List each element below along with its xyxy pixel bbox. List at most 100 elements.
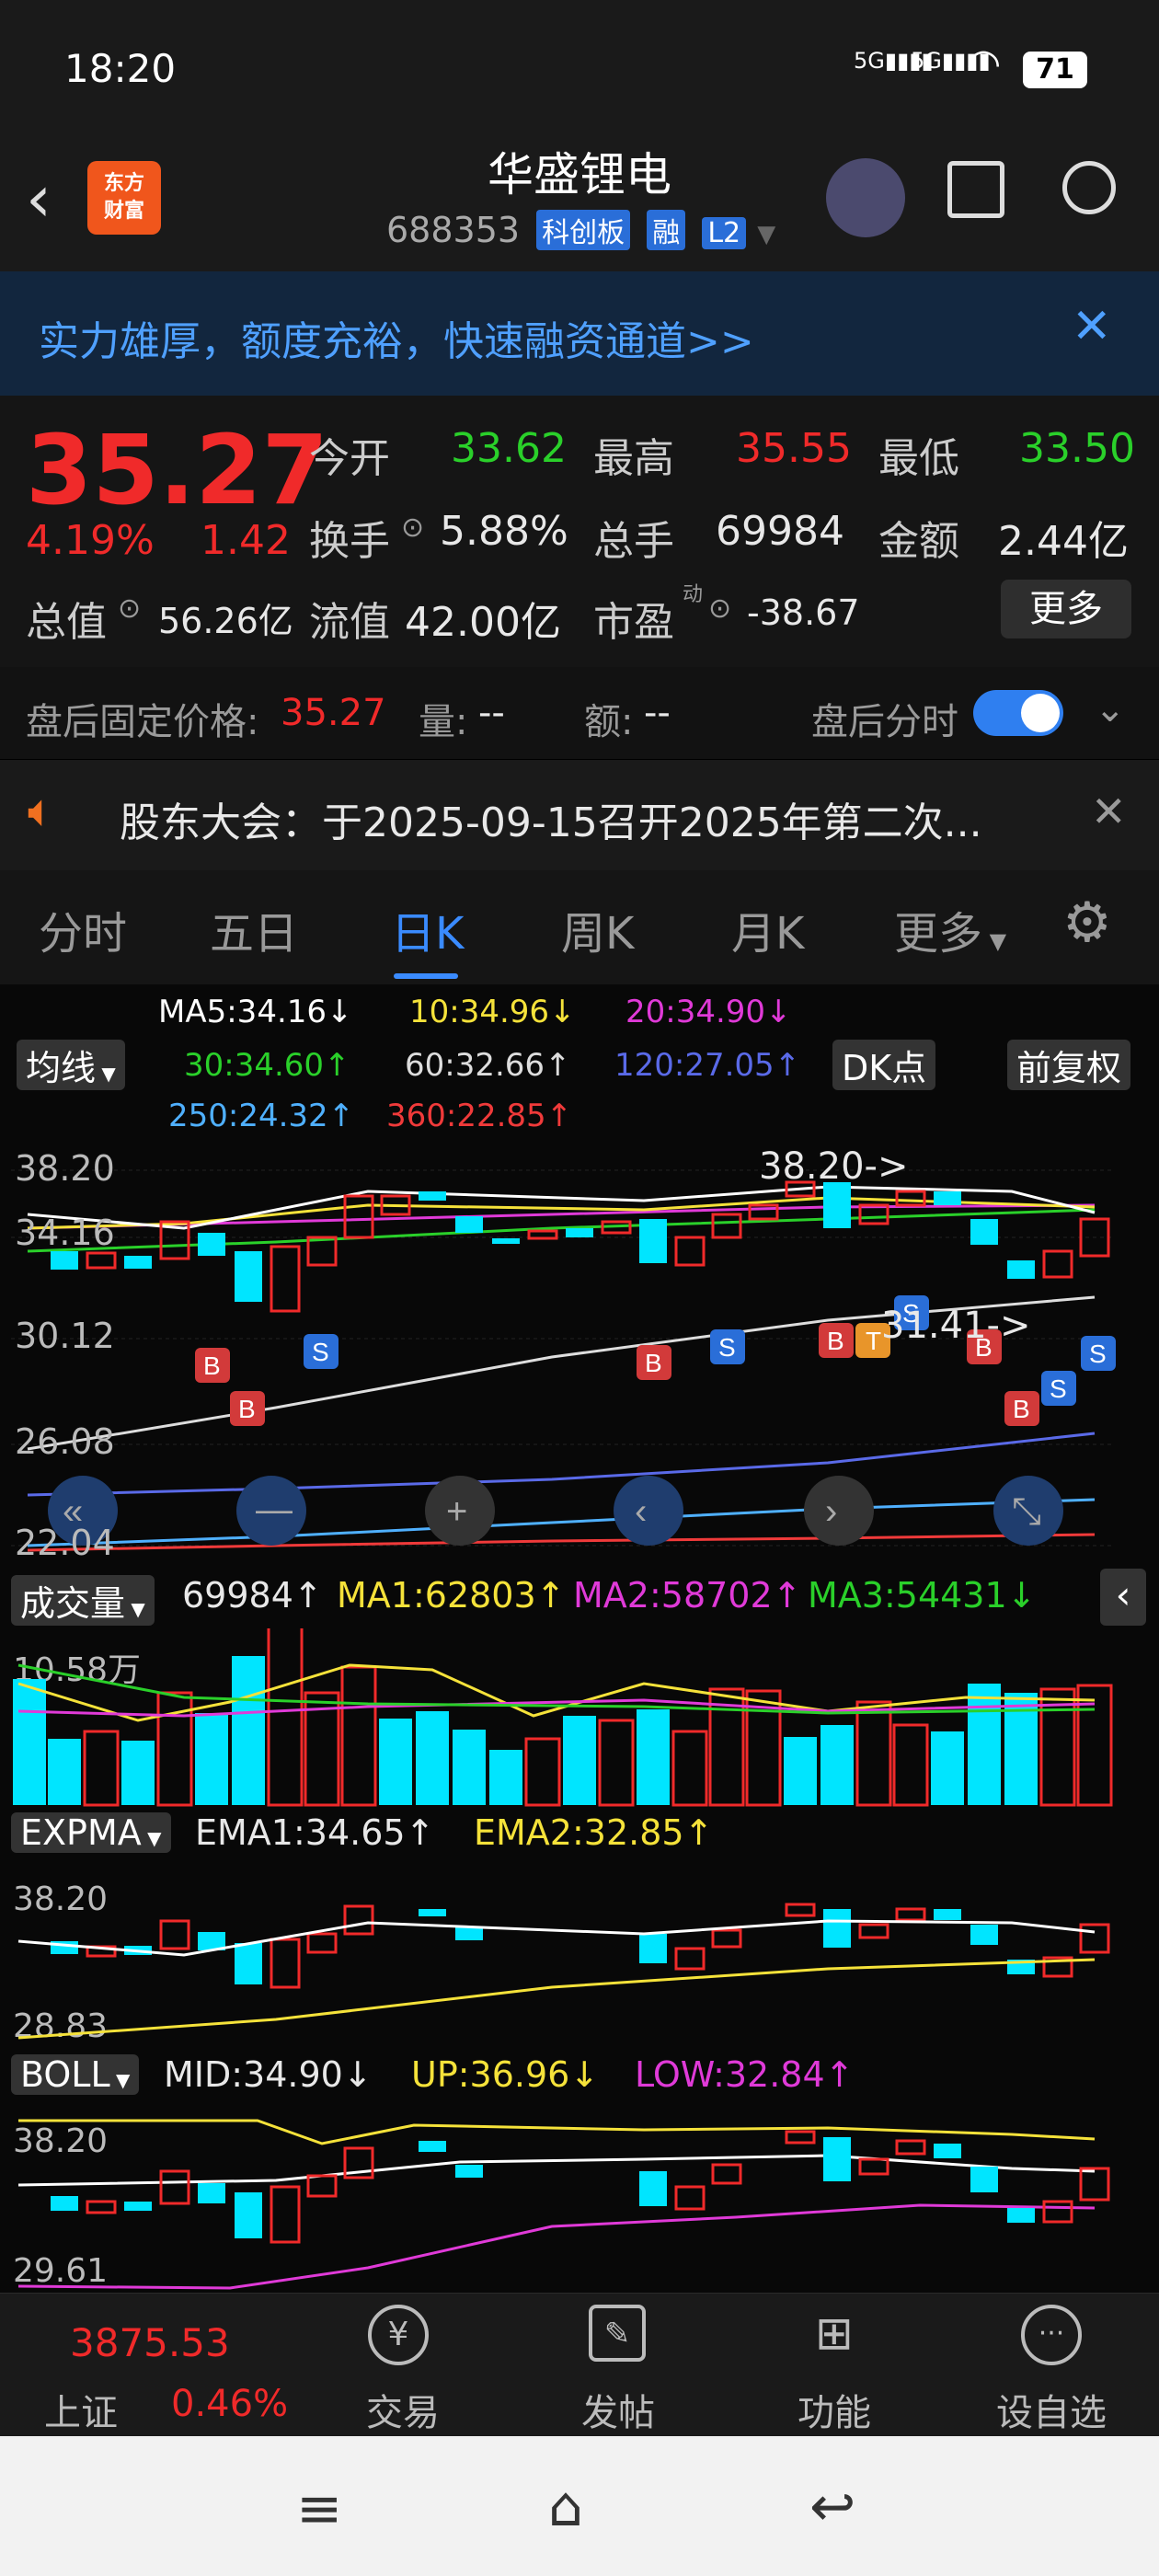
boll-panel-selector[interactable]: BOLL ▼ (11, 2054, 140, 2095)
boll-up: UP:36.96↓ (411, 2054, 600, 2095)
wifi-icon: ◠ (966, 40, 1002, 87)
badge-star: 科创板 (536, 210, 631, 250)
amount-label: 金额 (878, 518, 959, 565)
high-marker: 38.20-> (759, 1145, 909, 1188)
after-hours-amt: -- (644, 692, 671, 734)
settings-gear-icon[interactable]: ⚙ (1062, 891, 1112, 955)
after-hours-toggle-label: 盘后分时 (811, 701, 958, 743)
after-hours-vol: -- (478, 692, 505, 734)
info-icon[interactable]: ⊙ (708, 592, 731, 625)
robot-assistant-icon[interactable] (826, 158, 905, 237)
tab-more[interactable]: 更多 ▼ (894, 897, 1006, 961)
low-value: 33.50 (1019, 425, 1135, 472)
ema2-value: EMA2:32.85↑ (474, 1812, 714, 1853)
pe-superscript: 动 (683, 583, 704, 606)
kline-y-label-1: 34.16 (15, 1213, 115, 1253)
vol-ma1: MA1:62803↑ (337, 1575, 566, 1616)
collapse-panel-icon[interactable]: ‹ (1100, 1569, 1146, 1626)
pe-value: -38.67 (747, 592, 860, 633)
add-watchlist-icon[interactable]: ··· (1021, 2305, 1082, 2365)
home-icon[interactable]: ⌂ (548, 2475, 583, 2539)
ma5-label: MA5:34.16↓ (158, 994, 353, 1030)
info-icon[interactable]: ⊙ (118, 592, 141, 625)
kline-y-label-3: 26.08 (15, 1421, 115, 1462)
open-value: 33.62 (451, 425, 567, 472)
status-time: 18:20 (64, 46, 177, 91)
tab-five-day[interactable]: 五日 (210, 897, 298, 961)
notice-text[interactable]: 股东大会：于2025-09-15召开2025年第二次... (120, 789, 982, 848)
svg-text:—: — (256, 1489, 293, 1530)
open-label: 今开 (309, 435, 390, 482)
dk-point-button[interactable]: DK点 (832, 1040, 936, 1090)
volume-panel-selector[interactable]: 成交量 ▼ (11, 1575, 155, 1626)
ma120-label: 120:27.05↑ (614, 1047, 801, 1084)
tab-weekly-k[interactable]: 周K (561, 897, 634, 961)
mktcap-label: 总值 (26, 599, 107, 646)
share-icon[interactable] (947, 161, 1004, 218)
kline-chart[interactable]: B B S B S B T S B B S S «— + ‹ › ⤡ (0, 1141, 1159, 1564)
adjust-button[interactable]: 前复权 (1007, 1040, 1131, 1090)
svg-text:B: B (827, 1327, 844, 1355)
svg-text:S: S (718, 1333, 736, 1362)
after-hours-toggle[interactable] (973, 690, 1063, 736)
search-icon[interactable] (1062, 161, 1116, 214)
vol-ma2: MA2:58702↑ (573, 1575, 802, 1616)
svg-text:S: S (1050, 1374, 1067, 1403)
nav-function[interactable]: 功能 (779, 2383, 889, 2436)
more-button[interactable]: 更多 (1001, 580, 1131, 638)
kline-y-label-0: 38.20 (15, 1148, 115, 1189)
code: 688353 (386, 210, 521, 250)
ma30-label: 30:34.60↑ (184, 1047, 350, 1084)
expma-panel-selector[interactable]: EXPMA ▼ (11, 1812, 171, 1853)
tab-monthly-k[interactable]: 月K (731, 897, 804, 961)
promo-text[interactable]: 实力雄厚，额度充裕，快速融资通道>> (39, 308, 754, 367)
svg-text:+: + (446, 1491, 467, 1532)
svg-text:B: B (1013, 1395, 1030, 1423)
ma-line-button[interactable]: 均线 ▼ (17, 1040, 125, 1090)
back-nav-icon[interactable]: ↩ (809, 2475, 855, 2539)
volume-chart[interactable] (0, 1628, 1159, 1812)
trade-icon[interactable]: ¥ (368, 2305, 429, 2365)
tab-intraday[interactable]: 分时 (39, 897, 127, 961)
expma-chart[interactable] (0, 1868, 1159, 2042)
svg-text:B: B (645, 1349, 662, 1377)
dropdown-icon[interactable]: ▼ (757, 221, 775, 248)
nav-add-watchlist[interactable]: 设自选 (996, 2383, 1107, 2436)
index-value[interactable]: 3875.53 (70, 2320, 230, 2365)
after-hours-price-label: 盘后固定价格: (26, 701, 259, 743)
index-name[interactable]: 上证 (44, 2383, 118, 2436)
last-price: 35.27 (26, 414, 328, 526)
speaker-icon: 🔈︎ (28, 784, 55, 837)
after-hours-price: 35.27 (281, 692, 386, 734)
chart-controls[interactable] (48, 1476, 1063, 1546)
info-icon[interactable]: ⊙ (401, 512, 424, 544)
menu-icon[interactable]: ≡ (296, 2477, 342, 2541)
nav-post[interactable]: 发帖 (563, 2383, 673, 2436)
turnover-value: 5.88% (440, 508, 568, 555)
float-value: 42.00亿 (405, 599, 561, 646)
boll-chart[interactable] (0, 2111, 1159, 2291)
svg-text:S: S (312, 1338, 329, 1366)
nav-trade[interactable]: 交易 (348, 2383, 458, 2436)
svg-text:‹: ‹ (635, 1491, 647, 1532)
post-icon[interactable]: ✎ (589, 2305, 646, 2362)
index-pct[interactable]: 0.46% (171, 2383, 288, 2425)
close-icon[interactable]: ✕ (1091, 787, 1127, 836)
close-icon[interactable]: ✕ (1072, 299, 1112, 354)
tab-active-indicator (394, 973, 458, 979)
volume-value: 69984 (716, 508, 844, 555)
change-value: 1.42 (201, 517, 291, 564)
vol-ma3: MA3:54431↓ (808, 1575, 1037, 1616)
volume-value: 69984↑ (182, 1575, 323, 1616)
chevron-down-icon[interactable]: ⌄ (1095, 688, 1126, 730)
boll-low: LOW:32.84↑ (635, 2054, 855, 2095)
boll-mid: MID:34.90↓ (164, 2054, 373, 2095)
ma60-label: 60:32.66↑ (405, 1047, 571, 1084)
kline-y-label-2: 30.12 (15, 1316, 115, 1356)
svg-text:B: B (203, 1351, 221, 1380)
function-grid-icon[interactable]: ⊞ (806, 2305, 863, 2362)
svg-text:⤡: ⤡ (1012, 1491, 1041, 1532)
volume-label: 总手 (593, 518, 674, 565)
badge-l2: L2 (702, 217, 747, 249)
tab-daily-k[interactable]: 日K (391, 897, 464, 961)
